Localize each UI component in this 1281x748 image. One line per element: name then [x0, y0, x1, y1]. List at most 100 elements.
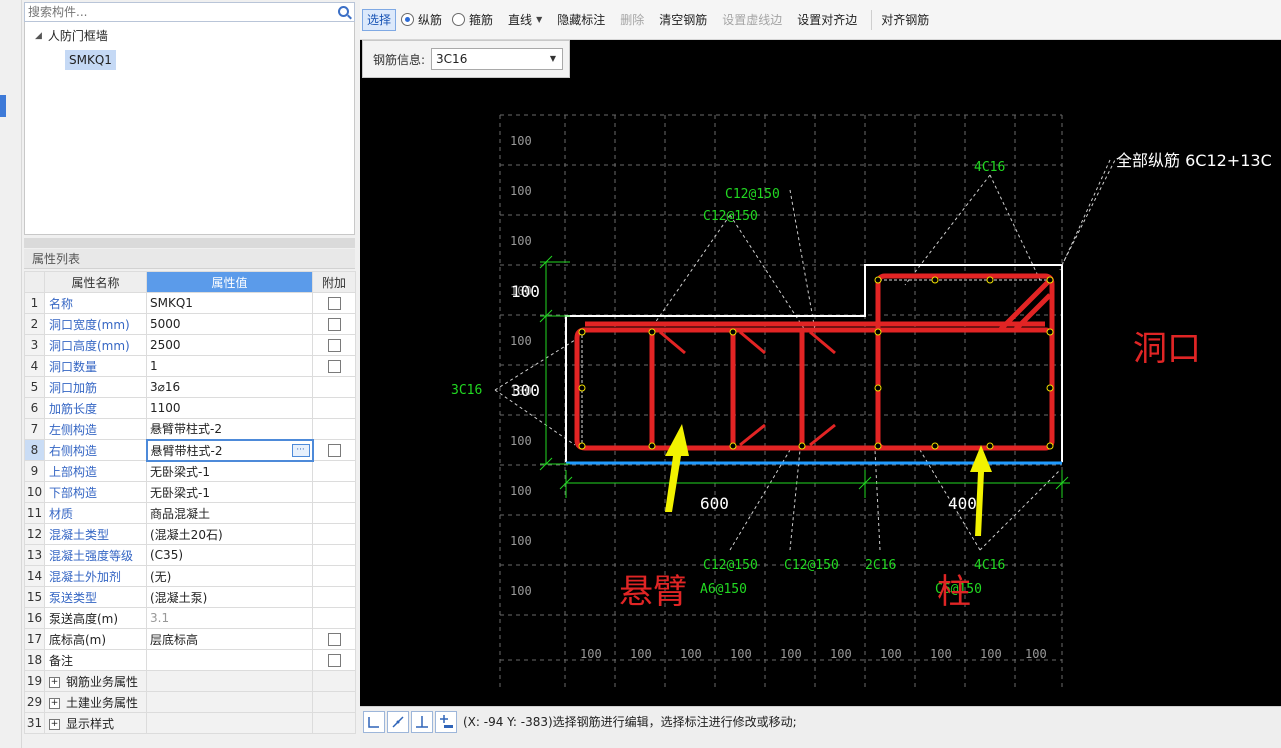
section-drawing[interactable]: 100 100 100 100 100 100 100 100 100 100 100 100 100 1… — [360, 40, 1281, 706]
property-row[interactable]: 31 + 显示样式 — [24, 712, 356, 734]
property-row[interactable]: 1 名称 SMKQ1 — [24, 292, 356, 314]
collapse-caret-icon[interactable]: ◢ — [35, 27, 42, 45]
set-align-edge-button[interactable]: 设置对齐边 — [792, 9, 862, 31]
property-value[interactable]: SMKQ1 — [146, 292, 313, 314]
set-dashed-edge-button[interactable]: 设置虚线边 — [717, 9, 787, 31]
property-row[interactable]: 5 洞口加筋 3⌀16 — [24, 376, 356, 398]
property-value[interactable]: 层底标高 — [146, 628, 313, 650]
extra-checkbox[interactable] — [327, 444, 341, 457]
select-button[interactable]: 选择 — [362, 8, 397, 31]
extra-cell — [312, 523, 356, 545]
extra-cell — [312, 460, 356, 482]
expand-plus-icon[interactable]: + — [49, 697, 60, 709]
delete-button[interactable]: 删除 — [615, 9, 649, 31]
extra-cell — [312, 712, 356, 734]
label-c12-bottom-1: C12@150 — [703, 558, 758, 573]
property-value[interactable]: 悬臂带柱式-2 ··· — [145, 438, 314, 462]
property-row[interactable]: 6 加筋长度 1100 — [24, 397, 356, 419]
extra-cell — [312, 481, 356, 503]
property-row[interactable]: 13 混凝土强度等级 (C35) — [24, 544, 356, 566]
property-row[interactable]: 10 下部构造 无卧梁式-1 — [24, 481, 356, 503]
property-row[interactable]: 14 混凝土外加剂 (无) — [24, 565, 356, 587]
label-3c16: 3C16 — [451, 383, 482, 398]
expand-plus-icon[interactable]: + — [49, 718, 60, 730]
property-row[interactable]: 12 混凝土类型 (混凝土20石) — [24, 523, 356, 545]
stirrup-radio[interactable]: 箍筋 — [452, 11, 493, 28]
property-row[interactable]: 4 洞口数量 1 — [24, 355, 356, 377]
property-value[interactable]: 5000 — [146, 313, 313, 335]
property-value[interactable] — [146, 712, 313, 734]
property-value[interactable]: 1 — [146, 355, 313, 377]
property-row[interactable]: 2 洞口宽度(mm) 5000 — [24, 313, 356, 335]
property-value[interactable]: 3.1 — [146, 607, 313, 629]
extra-checkbox[interactable] — [327, 654, 341, 667]
property-row[interactable]: 15 泵送类型 (混凝土泵) — [24, 586, 356, 608]
row-number: 10 — [24, 481, 45, 503]
property-value-text: 无卧梁式-1 — [150, 485, 210, 500]
extra-checkbox[interactable] — [327, 633, 341, 646]
property-value[interactable]: (混凝土泵) — [146, 586, 313, 608]
snap-perpendicular-icon[interactable] — [411, 711, 433, 733]
property-value[interactable]: (混凝土20石) — [146, 523, 313, 545]
row-number: 19 — [24, 670, 45, 692]
property-row[interactable]: 18 备注 — [24, 649, 356, 671]
property-row[interactable]: 16 泵送高度(m) 3.1 — [24, 607, 356, 629]
property-row[interactable]: 3 洞口高度(mm) 2500 — [24, 334, 356, 356]
property-value[interactable] — [146, 670, 313, 692]
property-name: 上部构造 — [44, 460, 147, 482]
align-rebar-button[interactable]: 对齐钢筋 — [876, 9, 934, 31]
snap-plus-icon[interactable] — [435, 711, 457, 733]
extra-checkbox[interactable] — [327, 339, 341, 352]
extra-checkbox[interactable] — [327, 297, 341, 310]
straight-dropdown[interactable]: 直线 ▼ — [503, 9, 547, 31]
rebar-info-value: 3C16 — [436, 52, 468, 66]
property-value[interactable] — [146, 649, 313, 671]
component-search[interactable] — [24, 2, 355, 22]
more-options-icon[interactable]: ··· — [291, 443, 310, 457]
property-value[interactable]: 2500 — [146, 334, 313, 356]
tree-node-root[interactable]: ◢ 人防门框墙 — [35, 27, 108, 45]
property-value[interactable]: 3⌀16 — [146, 376, 313, 398]
property-value[interactable]: 1100 — [146, 397, 313, 419]
snap-orthogonal-icon[interactable] — [363, 711, 385, 733]
section-outline — [565, 264, 1063, 462]
rebar-info-select[interactable]: 3C16 ▼ — [431, 48, 564, 70]
table-header-row: 属性名称 属性值 附加 — [24, 271, 356, 293]
grid-tick-label: 100 — [510, 234, 532, 248]
extra-cell — [312, 439, 356, 461]
property-value[interactable]: (无) — [146, 565, 313, 587]
extra-cell — [312, 313, 356, 335]
property-value[interactable]: 商品混凝土 — [146, 502, 313, 524]
longitudinal-radio[interactable]: 纵筋 — [401, 11, 442, 28]
tree-node-selected[interactable]: SMKQ1 — [65, 50, 116, 70]
property-value[interactable]: 悬臂带柱式-2 — [146, 418, 313, 440]
radio-unchecked-icon[interactable] — [452, 13, 466, 26]
property-value[interactable] — [146, 691, 313, 713]
row-number: 15 — [24, 586, 45, 608]
expand-plus-icon[interactable]: + — [49, 676, 60, 688]
splitter[interactable] — [24, 238, 355, 248]
property-row[interactable]: 29 + 土建业务属性 — [24, 691, 356, 713]
property-value[interactable]: 无卧梁式-1 — [146, 460, 313, 482]
property-row[interactable]: 17 底标高(m) 层底标高 — [24, 628, 356, 650]
row-number: 5 — [24, 376, 45, 398]
property-value[interactable]: (C35) — [146, 544, 313, 566]
property-value[interactable]: 无卧梁式-1 — [146, 481, 313, 503]
property-row[interactable]: 9 上部构造 无卧梁式-1 — [24, 460, 356, 482]
radio-checked-icon[interactable] — [401, 13, 415, 26]
hide-labels-button[interactable]: 隐藏标注 — [552, 9, 610, 31]
property-row[interactable]: 7 左侧构造 悬臂带柱式-2 — [24, 418, 356, 440]
snap-line-icon[interactable] — [387, 711, 409, 733]
drawing-canvas[interactable]: 100 100 100 100 100 100 100 100 100 100 100 100 100 1… — [360, 40, 1281, 706]
clear-rebar-button[interactable]: 清空钢筋 — [654, 9, 712, 31]
search-input[interactable] — [25, 3, 325, 21]
extra-cell — [312, 670, 356, 692]
row-number: 2 — [24, 313, 45, 335]
collapsed-panel-tab[interactable] — [0, 95, 6, 117]
extra-checkbox[interactable] — [327, 360, 341, 373]
property-row[interactable]: 11 材质 商品混凝土 — [24, 502, 356, 524]
property-row[interactable]: 19 + 钢筋业务属性 — [24, 670, 356, 692]
property-row[interactable]: 8 右侧构造 悬臂带柱式-2 ··· — [24, 438, 356, 462]
search-icon[interactable] — [338, 6, 349, 17]
extra-checkbox[interactable] — [327, 318, 341, 331]
